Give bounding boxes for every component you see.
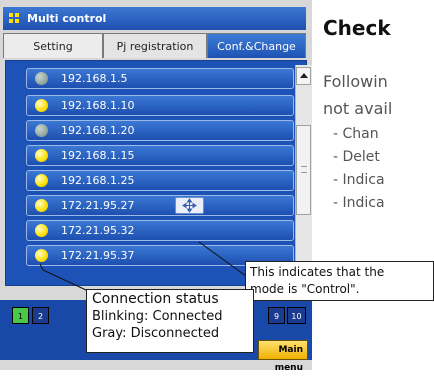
main-menu-button[interactable]: Main menu xyxy=(258,340,308,373)
device-row[interactable]: 192.168.1.10 xyxy=(26,95,294,116)
callout-control-mode: This indicates that the mode is "Control… xyxy=(245,261,434,301)
callout-connection-line1: Blinking: Connected xyxy=(92,309,223,324)
scroll-up-icon[interactable] xyxy=(296,67,311,85)
page-button-2[interactable]: 2 xyxy=(32,307,49,324)
device-ip: 192.168.1.10 xyxy=(61,99,135,112)
doc-bullet: - Delet xyxy=(333,149,380,165)
doc-bullet: - Indica xyxy=(333,172,385,188)
list-scrollbar[interactable] xyxy=(295,65,312,288)
device-ip: 172.21.95.32 xyxy=(61,224,135,237)
device-ip: 192.168.1.5 xyxy=(61,72,128,85)
device-row[interactable]: 192.168.1.20 xyxy=(26,120,294,141)
status-dot-icon xyxy=(35,199,48,212)
window-titlebar: Multi control xyxy=(3,7,306,30)
status-dot-icon xyxy=(35,124,48,137)
status-dot-icon xyxy=(35,72,48,85)
tab-pj-registration[interactable]: Pj registration xyxy=(103,33,207,58)
callout-control-line1: This indicates that the xyxy=(250,265,385,279)
page-button-9[interactable]: 9 xyxy=(268,307,285,324)
status-dot-icon xyxy=(35,249,48,262)
status-dot-icon xyxy=(35,224,48,237)
tab-conf-change[interactable]: Conf.&Change xyxy=(207,33,306,58)
doc-paragraph-line: Followin xyxy=(323,72,388,91)
device-ip: 172.21.95.37 xyxy=(61,249,135,262)
status-dot-icon xyxy=(35,149,48,162)
tab-setting[interactable]: Setting xyxy=(3,33,103,58)
device-list: 192.168.1.5 192.168.1.10 192.168.1.20 19… xyxy=(5,60,307,286)
doc-bullet: - Chan xyxy=(333,126,379,142)
scroll-thumb[interactable] xyxy=(296,125,311,215)
device-row[interactable]: 172.21.95.27 xyxy=(26,195,294,216)
page-button-10[interactable]: 10 xyxy=(287,307,306,324)
doc-paragraph-line: not avail xyxy=(323,99,393,118)
doc-bullet: - Indica xyxy=(333,195,385,211)
window-title: Multi control xyxy=(27,12,107,25)
device-ip: 172.21.95.27 xyxy=(61,199,135,212)
app-grid-icon xyxy=(9,13,20,24)
device-row[interactable]: 192.168.1.5 xyxy=(26,68,294,89)
device-row[interactable]: 192.168.1.15 xyxy=(26,145,294,166)
page-button-1[interactable]: 1 xyxy=(12,307,29,324)
device-ip: 192.168.1.15 xyxy=(61,149,135,162)
device-ip: 192.168.1.25 xyxy=(61,174,135,187)
move-arrows-icon[interactable] xyxy=(175,197,204,214)
device-row[interactable]: 192.168.1.25 xyxy=(26,170,294,191)
callout-connection-line2: Gray: Disconnected xyxy=(92,326,220,341)
doc-heading: Check xyxy=(323,16,391,40)
callout-connection-status: Connection status Blinking: Connected Gr… xyxy=(86,289,254,353)
callout-control-line2: mode is "Control". xyxy=(250,282,360,296)
device-ip: 192.168.1.20 xyxy=(61,124,135,137)
status-dot-icon xyxy=(35,174,48,187)
callout-connection-title: Connection status xyxy=(92,291,219,307)
status-dot-icon xyxy=(35,99,48,112)
device-row[interactable]: 172.21.95.32 xyxy=(26,220,294,241)
